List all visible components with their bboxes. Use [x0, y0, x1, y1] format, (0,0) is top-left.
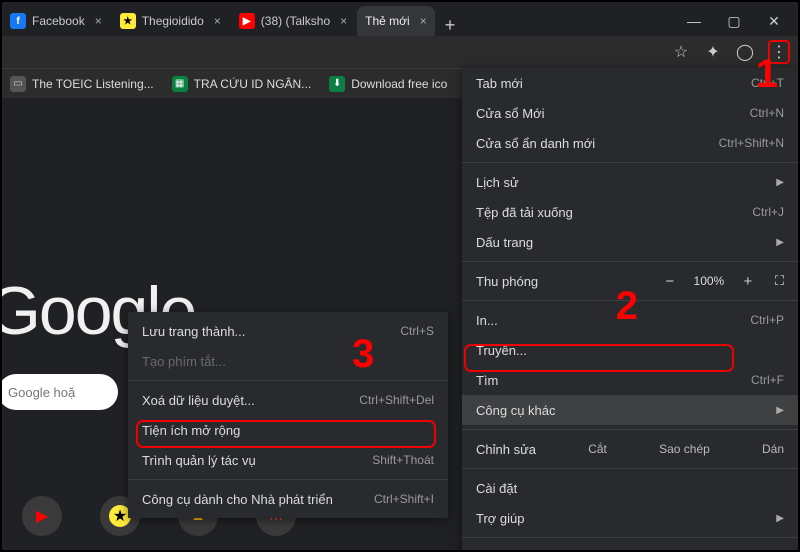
copy-button[interactable]: Sao chép	[659, 442, 710, 456]
zoom-value: 100%	[689, 274, 729, 288]
tab-thegioidido[interactable]: ★ Thegioidido ×	[112, 6, 229, 36]
bookmark-item[interactable]: ⬇ Download free ico	[329, 76, 447, 92]
more-menu-button[interactable]: ⋮	[768, 40, 790, 64]
submenu-clear-data[interactable]: Xoá dữ liệu duyệt...Ctrl+Shift+Del	[128, 385, 448, 415]
site-icon: ★	[120, 13, 136, 29]
zoom-out-button[interactable]: −	[661, 273, 679, 290]
close-icon[interactable]: ×	[340, 14, 347, 28]
separator	[128, 380, 448, 381]
new-tab-button[interactable]: +	[437, 15, 464, 36]
menu-more-tools[interactable]: Công cụ khác▶	[462, 395, 798, 425]
tab-new[interactable]: Thẻ mới ×	[357, 6, 435, 36]
paste-button[interactable]: Dán	[762, 442, 784, 456]
window-controls: — ▢ ✕	[674, 6, 798, 36]
bookmark-label: The TOEIC Listening...	[32, 77, 154, 91]
bookmark-label: TRA CỨU ID NGÂN...	[194, 77, 312, 91]
separator	[128, 479, 448, 480]
more-tools-submenu: Lưu trang thành...Ctrl+S Tạo phím tắt...…	[128, 312, 448, 518]
tab-title: Thegioidido	[142, 14, 204, 28]
menu-bookmarks[interactable]: Dấu trang▶	[462, 227, 798, 257]
menu-downloads[interactable]: Tệp đã tải xuốngCtrl+J	[462, 197, 798, 227]
bookmark-item[interactable]: ▦ TRA CỨU ID NGÂN...	[172, 76, 312, 92]
separator	[462, 429, 798, 430]
menu-new-tab[interactable]: Tab mớiCtrl+T	[462, 68, 798, 98]
page-icon: ▭	[10, 76, 26, 92]
youtube-icon: ▶	[239, 13, 255, 29]
close-button[interactable]: ✕	[754, 6, 794, 36]
submenu-dev-tools[interactable]: Công cụ dành cho Nhà phát triểnCtrl+Shif…	[128, 484, 448, 514]
profile-icon[interactable]: ◯	[736, 43, 754, 61]
browser-tab-strip: f Facebook × ★ Thegioidido × ▶ (38) (Tal…	[2, 2, 798, 36]
menu-settings[interactable]: Cài đặt	[462, 473, 798, 503]
separator	[462, 537, 798, 538]
separator	[462, 300, 798, 301]
tab-youtube[interactable]: ▶ (38) (Talksho ×	[231, 6, 355, 36]
zoom-in-button[interactable]: +	[739, 273, 757, 290]
menu-history[interactable]: Lịch sử▶	[462, 167, 798, 197]
tab-title: Thẻ mới	[365, 14, 410, 28]
search-input[interactable]: Google hoặ	[0, 374, 118, 410]
zoom-label: Thu phóng	[476, 274, 651, 289]
maximize-button[interactable]: ▢	[714, 6, 754, 36]
edit-label: Chỉnh sửa	[476, 442, 536, 457]
chrome-main-menu: Tab mớiCtrl+T Cửa sổ MớiCtrl+N Cửa sổ ẩn…	[462, 68, 798, 552]
close-icon[interactable]: ×	[420, 14, 427, 28]
extensions-icon[interactable]: ✦	[704, 43, 722, 61]
cut-button[interactable]: Cắt	[588, 442, 607, 456]
menu-find[interactable]: TìmCtrl+F	[462, 365, 798, 395]
separator	[462, 261, 798, 262]
submenu-save-page[interactable]: Lưu trang thành...Ctrl+S	[128, 316, 448, 346]
submenu-task-manager[interactable]: Trình quản lý tác vụShift+Thoát	[128, 445, 448, 475]
sheets-icon: ▦	[172, 76, 188, 92]
menu-exit[interactable]: Thoát	[462, 542, 798, 552]
close-icon[interactable]: ×	[95, 14, 102, 28]
menu-zoom: Thu phóng − 100% + ⛶	[462, 266, 798, 296]
tab-title: Facebook	[32, 14, 85, 28]
fullscreen-icon[interactable]: ⛶	[775, 273, 784, 289]
separator	[462, 162, 798, 163]
menu-edit-row: Chỉnh sửa Cắt Sao chép Dán	[462, 434, 798, 464]
shortcut-youtube[interactable]: ▶	[22, 496, 62, 536]
menu-print[interactable]: In...Ctrl+P	[462, 305, 798, 335]
submenu-extensions[interactable]: Tiện ích mở rộng	[128, 415, 448, 445]
toolbar: ☆ ✦ ◯ ⋮	[2, 36, 798, 68]
tab-title: (38) (Talksho	[261, 14, 330, 28]
download-icon: ⬇	[329, 76, 345, 92]
star-icon[interactable]: ☆	[672, 43, 690, 61]
menu-help[interactable]: Trợ giúp▶	[462, 503, 798, 533]
menu-incognito[interactable]: Cửa sổ ẩn danh mớiCtrl+Shift+N	[462, 128, 798, 158]
submenu-create-shortcut: Tạo phím tắt...	[128, 346, 448, 376]
menu-new-window[interactable]: Cửa sổ MớiCtrl+N	[462, 98, 798, 128]
facebook-icon: f	[10, 13, 26, 29]
menu-cast[interactable]: Truyền...	[462, 335, 798, 365]
bookmark-item[interactable]: ▭ The TOEIC Listening...	[10, 76, 154, 92]
minimize-button[interactable]: —	[674, 6, 714, 36]
separator	[462, 468, 798, 469]
bookmark-label: Download free ico	[351, 77, 447, 91]
tab-facebook[interactable]: f Facebook ×	[2, 6, 110, 36]
close-icon[interactable]: ×	[214, 14, 221, 28]
